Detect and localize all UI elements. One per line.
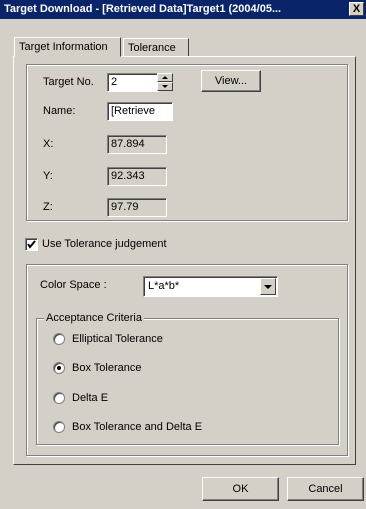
ok-button[interactable]: OK — [202, 477, 279, 501]
radio-box-and-delta-e[interactable] — [53, 421, 65, 433]
color-space-label: Color Space : — [40, 279, 107, 291]
spin-up-button[interactable] — [157, 73, 173, 82]
title-bar: Target Download - [Retrieved Data]Target… — [0, 0, 366, 19]
spin-down-button[interactable] — [157, 82, 173, 91]
y-label: Y: — [43, 170, 53, 182]
cancel-button[interactable]: Cancel — [287, 477, 364, 501]
radio-box-tolerance-label[interactable]: Box Tolerance — [72, 362, 142, 374]
dropdown-button[interactable] — [260, 278, 276, 295]
close-button[interactable]: X — [349, 2, 364, 16]
radio-selected-dot — [57, 366, 61, 370]
tab-tolerance[interactable]: Tolerance — [123, 38, 189, 57]
arrow-down-icon — [162, 85, 168, 88]
target-no-label: Target No. — [43, 76, 94, 88]
name-label: Name: — [43, 105, 76, 117]
radio-box-tolerance[interactable] — [53, 362, 65, 374]
tab-label: Tolerance — [128, 42, 176, 54]
name-input[interactable]: [Retrieve — [107, 102, 173, 121]
checkmark-icon — [27, 240, 36, 249]
radio-box-and-delta-e-label[interactable]: Box Tolerance and Delta E — [72, 421, 202, 433]
use-tolerance-label[interactable]: Use Tolerance judgement — [42, 238, 167, 250]
x-value: 87.894 — [107, 135, 167, 154]
acceptance-criteria-title: Acceptance Criteria — [44, 312, 144, 324]
y-value: 92.343 — [107, 167, 167, 186]
radio-delta-e[interactable] — [53, 392, 65, 404]
radio-delta-e-label[interactable]: Delta E — [72, 392, 108, 404]
target-no-spinner[interactable] — [157, 73, 173, 92]
use-tolerance-checkbox[interactable] — [25, 238, 38, 251]
radio-elliptical[interactable] — [53, 333, 65, 345]
tab-label: Target Information — [19, 41, 108, 53]
x-label: X: — [43, 138, 54, 150]
radio-elliptical-label[interactable]: Elliptical Tolerance — [72, 333, 163, 345]
z-value: 97.79 — [107, 198, 167, 217]
color-space-select[interactable]: L*a*b* — [143, 276, 278, 297]
target-no-input[interactable]: 2 — [107, 73, 159, 92]
view-button[interactable]: View... — [201, 70, 261, 92]
z-label: Z: — [43, 201, 53, 213]
tab-target-information[interactable]: Target Information — [14, 37, 121, 57]
arrow-up-icon — [162, 76, 168, 79]
window-title: Target Download - [Retrieved Data]Target… — [4, 3, 282, 15]
color-space-value: L*a*b* — [148, 280, 180, 292]
chevron-down-icon — [264, 285, 272, 289]
